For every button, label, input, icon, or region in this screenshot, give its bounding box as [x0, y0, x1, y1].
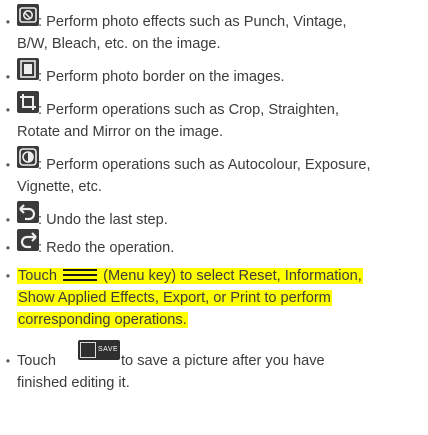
save-icon-label: SAVE: [98, 346, 119, 353]
bullet: •: [5, 15, 11, 29]
bullet: •: [5, 354, 11, 368]
undo-icon: [17, 201, 39, 223]
adjust-icon: [17, 146, 39, 168]
item-text-line: : Perform operations such as Autocolour,…: [38, 157, 371, 173]
item-text-line: : Perform photo effects such as Punch, V…: [38, 14, 347, 30]
touch-prefix: Touch: [17, 353, 56, 369]
touch-prefix: Touch: [18, 268, 57, 284]
touch-menu-line-2: Show Applied Effects, Export, or Print t…: [17, 287, 332, 309]
touch-menu-line-3: corresponding operations.: [17, 309, 188, 331]
item-text-line: : Perform operations such as Crop, Strai…: [38, 102, 339, 118]
photo-border-icon: [17, 58, 39, 80]
bullet: •: [5, 213, 11, 227]
item-text-line: Vignette, etc.: [17, 179, 102, 195]
menu-key-icon: [63, 269, 98, 281]
item-text-line: B/W, Bleach, etc. on the image.: [17, 36, 221, 52]
touch-menu-line-1: Touch (Menu key) to select Reset, Inform…: [17, 265, 363, 287]
item-text-line: : Redo the operation.: [38, 240, 175, 256]
touch-menu-text: corresponding operations.: [17, 312, 188, 328]
bullet: •: [5, 269, 11, 283]
item-text-line: Rotate and Mirror on the image.: [17, 124, 224, 140]
item-text-line: : Perform photo border on the images.: [38, 69, 285, 85]
touch-menu-text: (Menu key) to select Reset, Information,: [103, 268, 362, 284]
bullet: •: [5, 158, 11, 172]
bullet: •: [5, 70, 11, 84]
touch-save-text: to save a picture after you have: [121, 353, 325, 369]
bullet: •: [5, 241, 11, 255]
manual-page: • : Perform photo effects such as Punch,…: [0, 0, 428, 435]
crop-rotate-icon: [17, 91, 39, 113]
touch-save-text: finished editing it.: [17, 375, 130, 391]
touch-menu-text: Show Applied Effects, Export, or Print t…: [17, 290, 332, 306]
save-icon: SAVE: [78, 340, 120, 360]
redo-icon: [17, 229, 39, 251]
bullet: •: [5, 103, 11, 117]
item-text-line: : Undo the last step.: [38, 212, 168, 228]
photo-effects-icon: [17, 4, 39, 26]
